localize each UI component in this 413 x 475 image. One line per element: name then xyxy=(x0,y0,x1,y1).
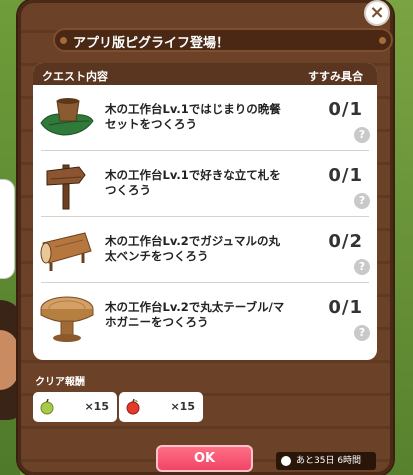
clock-icon xyxy=(281,456,291,466)
quest-row: 木の工作台Lv.2でガジュマルの丸太ベンチをつくろう 0/2 ? xyxy=(33,217,377,283)
quest-text: 木の工作台Lv.1ではじまりの晩餐セットをつくろう xyxy=(105,102,281,131)
bowl-on-leaf-icon xyxy=(40,98,94,136)
round-table-icon xyxy=(40,296,94,342)
quest-row: 木の工作台Lv.1で好きな立て札をつくろう 0/1 ? xyxy=(33,151,377,217)
reward-quantity: ×15 xyxy=(84,400,109,413)
signpost-icon xyxy=(46,164,86,210)
quest-row: 木の工作台Lv.1ではじまりの晩餐セットをつくろう 0/1 ? xyxy=(33,85,377,151)
title-bar-left-dot xyxy=(60,37,67,44)
reward-quantity: ×15 xyxy=(170,400,195,413)
help-icon[interactable]: ? xyxy=(354,325,370,341)
ok-button[interactable]: OK xyxy=(156,445,253,472)
quest-list-header: クエスト内容 すすみ具合 xyxy=(33,63,377,85)
log-bench-icon xyxy=(40,232,92,271)
green-fruit-icon xyxy=(40,399,54,415)
quest-text: 木の工作台Lv.2でガジュマルの丸太ベンチをつくろう xyxy=(105,234,280,263)
close-button[interactable]: × xyxy=(364,0,390,26)
quest-list-card: クエスト内容 すすみ具合 木の工作台Lv.1ではじまりの晩餐セットをつくろう 0… xyxy=(33,63,377,360)
quest-dialog: × アプリ版ピグライフ登場！ クエスト内容 すすみ具合 木の工作台Lv.1ではじ… xyxy=(18,0,393,475)
background-speech-bubble xyxy=(0,180,14,278)
quest-progress: 0/2 xyxy=(328,231,363,252)
quest-progress: 0/1 xyxy=(328,99,363,120)
dialog-title: アプリ版ピグライフ登場！ xyxy=(73,36,230,51)
time-remaining-text: あと35日 6時間 xyxy=(296,456,362,466)
background-character-face xyxy=(0,330,18,390)
title-bar-right-dot xyxy=(379,37,386,44)
rewards-label: クリア報酬 xyxy=(35,377,85,388)
quest-text: 木の工作台Lv.2で丸太テーブル/マホガニーをつくろう xyxy=(105,300,285,329)
title-bar: アプリ版ピグライフ登場！ xyxy=(53,28,393,52)
help-icon[interactable]: ? xyxy=(354,259,370,275)
time-remaining: あと35日 6時間 xyxy=(276,452,376,470)
column-quest-label: クエスト内容 xyxy=(42,70,108,83)
quest-text: 木の工作台Lv.1で好きな立て札をつくろう xyxy=(105,168,281,197)
quest-row: 木の工作台Lv.2で丸太テーブル/マホガニーをつくろう 0/1 ? xyxy=(33,283,377,349)
column-progress-label: すすみ具合 xyxy=(308,70,363,83)
reward-item: ×15 xyxy=(33,392,117,422)
quest-progress: 0/1 xyxy=(328,297,363,318)
help-icon[interactable]: ? xyxy=(354,127,370,143)
reward-item: ×15 xyxy=(119,392,203,422)
quest-progress: 0/1 xyxy=(328,165,363,186)
help-icon[interactable]: ? xyxy=(354,193,370,209)
red-fruit-icon xyxy=(126,399,140,415)
